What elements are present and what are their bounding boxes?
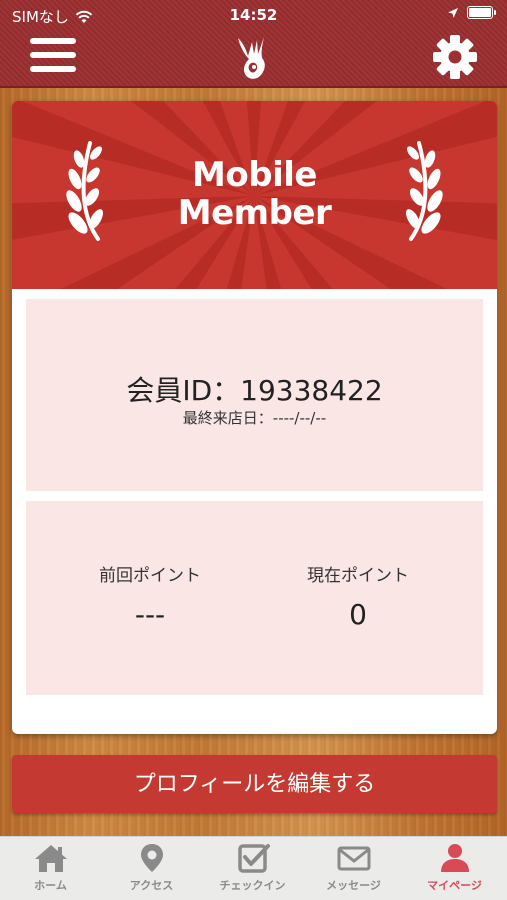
location-arrow-icon xyxy=(448,7,458,18)
last-visit-date: 最終来店日：----/--/-- xyxy=(182,409,327,427)
edit-profile-button[interactable]: プロフィールを編集する xyxy=(12,755,497,813)
tab-checkin[interactable]: チェックイン xyxy=(202,837,303,900)
tab-mypage[interactable]: マイページ xyxy=(404,837,505,900)
tab-access-label: アクセス xyxy=(129,879,174,892)
status-right xyxy=(447,6,496,19)
points-panel: 前回ポイント --- 現在ポイント 0 xyxy=(26,501,483,695)
current-points: 現在ポイント 0 xyxy=(258,561,458,631)
menu-button[interactable] xyxy=(30,38,76,78)
member-id: 会員ID：19338422 xyxy=(126,374,383,407)
member-card: Mobile Member 会員ID：19338422 最終来店日：----/-… xyxy=(12,101,497,734)
clock: 14:52 xyxy=(229,6,278,24)
tab-home-label: ホーム xyxy=(34,879,67,892)
person-icon xyxy=(440,844,469,872)
tab-messages-label: メッセージ xyxy=(326,879,381,892)
tab-messages[interactable]: メッセージ xyxy=(303,837,404,900)
current-points-value: 0 xyxy=(349,598,367,631)
member-banner: Mobile Member xyxy=(12,101,497,289)
laurel-right-icon xyxy=(406,141,443,241)
previous-points-value: --- xyxy=(134,598,166,631)
status-bar: SIMなし 14:52 xyxy=(0,4,507,28)
gear-icon[interactable] xyxy=(431,33,479,81)
previous-points-label: 前回ポイント xyxy=(99,566,201,586)
tab-mypage-label: マイページ xyxy=(427,879,482,892)
tab-access[interactable]: アクセス xyxy=(101,837,202,900)
envelope-icon xyxy=(337,846,370,871)
checkbox-icon xyxy=(237,844,270,873)
current-points-label: 現在ポイント xyxy=(307,566,409,586)
battery-icon xyxy=(467,6,496,19)
tab-checkin-label: チェックイン xyxy=(219,879,286,892)
hamburger-menu-icon xyxy=(30,38,76,44)
rooster-logo[interactable] xyxy=(230,34,278,82)
home-icon xyxy=(34,845,67,872)
tab-home[interactable]: ホーム xyxy=(0,837,101,900)
member-id-panel: 会員ID：19338422 最終来店日：----/--/-- xyxy=(26,299,483,491)
hamburger-menu-line xyxy=(30,52,76,58)
hamburger-menu-line xyxy=(30,66,76,72)
app-header: SIMなし 14:52 xyxy=(0,0,507,88)
map-pin-icon xyxy=(140,844,163,872)
bottom-tab-bar: ホーム アクセス チェックイン メッセージ マイページ xyxy=(0,836,507,900)
previous-points: 前回ポイント --- xyxy=(50,561,250,631)
